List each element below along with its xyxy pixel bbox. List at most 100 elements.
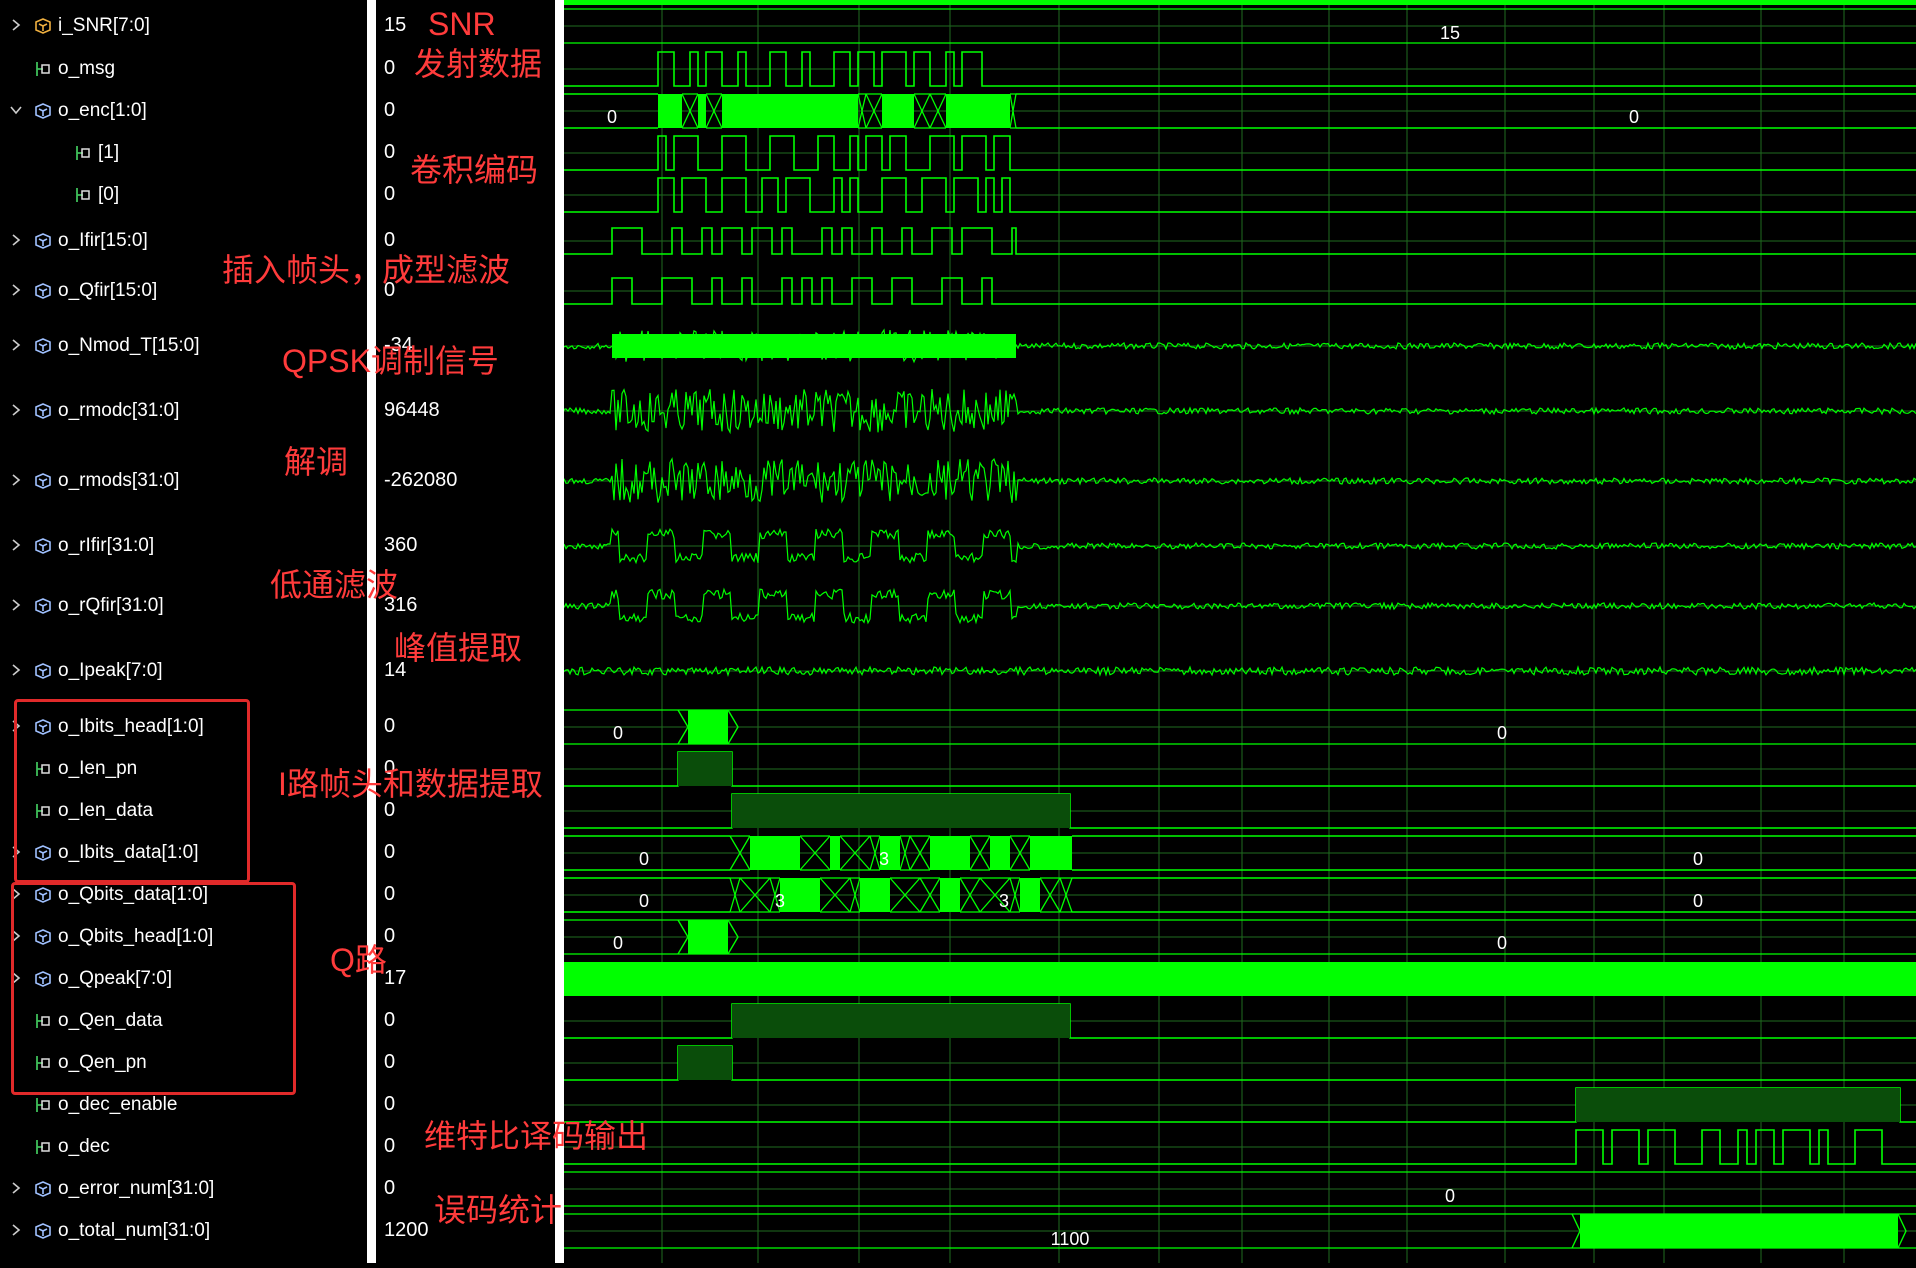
- chevron-right-icon[interactable]: [6, 1179, 26, 1200]
- dense-signal-block: [564, 962, 1916, 996]
- bus-segment: [898, 94, 906, 128]
- enable-fill: [678, 1046, 732, 1080]
- signal-name: [0]: [98, 184, 120, 205]
- enable-fill: [732, 794, 1070, 828]
- signal-name: [1]: [98, 142, 120, 163]
- signal-row[interactable]: o_dec: [0, 1128, 367, 1166]
- bus-segment: [834, 94, 858, 128]
- enable-fill: [1576, 1088, 1900, 1122]
- chevron-down-icon[interactable]: [6, 101, 26, 122]
- bus-segment: [954, 94, 970, 128]
- bus-segment: [1030, 836, 1050, 870]
- signal-name: o_enc[1:0]: [58, 100, 147, 121]
- signal-name: o_rmods[31:0]: [58, 470, 180, 491]
- signal-name: o_Nmod_T[15:0]: [58, 335, 200, 356]
- signal-value: 0: [384, 1051, 396, 1073]
- chevron-right-icon[interactable]: [6, 596, 26, 617]
- annotation-peak: 峰值提取: [394, 630, 523, 666]
- bus-segment: [794, 94, 810, 128]
- bus-icon: [34, 1222, 52, 1240]
- wave-label-idata-mid: 3: [879, 849, 889, 869]
- annotation-qpsk: QPSK调制信号: [282, 343, 499, 379]
- bus-segment: [722, 94, 730, 128]
- bit-icon: [74, 186, 92, 204]
- bus-segment: [930, 836, 940, 870]
- signal-row[interactable]: o_rmodc[31:0]: [0, 392, 367, 430]
- annotation-snr: SNR: [428, 6, 496, 42]
- bus-segment: [1580, 1214, 1898, 1248]
- signal-name: o_rmodc[31:0]: [58, 400, 180, 421]
- wave-label-idata-right: 0: [1693, 849, 1703, 869]
- bus-segment: [946, 94, 954, 128]
- signal-row[interactable]: [0]: [0, 176, 367, 214]
- bus-icon: [34, 597, 52, 615]
- chevron-right-icon[interactable]: [6, 1221, 26, 1242]
- waveform-canvas[interactable]: 15 0 0 0 0 0 3 0 0 3 3 0 0 0 0 1100: [563, 0, 1916, 1263]
- bus-icon: [34, 282, 52, 300]
- bus-segment: [770, 94, 794, 128]
- wave-label-error: 0: [1445, 1186, 1455, 1206]
- signal-name: o_rIfir[31:0]: [58, 535, 155, 556]
- annotation-i-path: I路帧头和数据提取: [278, 766, 543, 802]
- signal-value: 0: [384, 99, 396, 121]
- bus-segment: [770, 836, 790, 870]
- bus-segment: [940, 878, 960, 912]
- chevron-right-icon[interactable]: [6, 231, 26, 252]
- wave-label-total: 1100: [1051, 1229, 1090, 1249]
- bus-segment: [790, 878, 820, 912]
- signal-row[interactable]: o_msg: [0, 50, 367, 88]
- annotation-q-path: Q路: [330, 942, 387, 978]
- wave-label-ihead-left: 0: [613, 723, 623, 743]
- signal-row[interactable]: o_total_num[31:0]: [0, 1212, 367, 1250]
- bus-segment: [882, 94, 898, 128]
- signal-name: o_error_num[31:0]: [58, 1178, 215, 1199]
- signal-row[interactable]: o_Ipeak[7:0]: [0, 652, 367, 690]
- signal-name: o_dec_enable: [58, 1094, 178, 1115]
- chevron-right-icon[interactable]: [6, 281, 26, 302]
- panel-divider[interactable]: [555, 0, 564, 1263]
- chevron-right-icon[interactable]: [6, 16, 26, 37]
- bus-segment: [698, 94, 706, 128]
- dense-signal-block: [612, 334, 1016, 358]
- bus-segment: [970, 94, 994, 128]
- chevron-right-icon[interactable]: [6, 661, 26, 682]
- signal-row[interactable]: o_error_num[31:0]: [0, 1170, 367, 1208]
- bus-segment: [960, 836, 970, 870]
- chevron-right-icon[interactable]: [6, 536, 26, 557]
- signal-row[interactable]: o_rIfir[31:0]: [0, 527, 367, 565]
- chevron-right-icon[interactable]: [6, 336, 26, 357]
- annotation-viterbi: 维特比译码输出: [424, 1118, 649, 1154]
- signal-row[interactable]: [1]: [0, 134, 367, 172]
- chevron-right-icon[interactable]: [6, 471, 26, 492]
- bus-segment: [880, 878, 890, 912]
- i-path-highlight-box: [14, 699, 250, 883]
- bus-segment: [1020, 878, 1040, 912]
- enable-fill: [732, 1004, 1070, 1038]
- bus-segment: [790, 836, 800, 870]
- bit-icon: [34, 60, 52, 78]
- bus-icon: [34, 1180, 52, 1198]
- signal-value: 17: [384, 967, 407, 989]
- annotation-demod: 解调: [284, 444, 349, 480]
- enable-fill: [678, 752, 732, 786]
- chevron-right-icon[interactable]: [6, 401, 26, 422]
- bus-icon: [34, 472, 52, 490]
- signal-value: 0: [384, 1135, 396, 1157]
- bus-segment: [688, 920, 728, 954]
- signal-value: 0: [384, 799, 396, 821]
- signal-name: o_total_num[31:0]: [58, 1220, 211, 1241]
- wave-label-enc-left: 0: [607, 107, 617, 127]
- wave-label-idata-left: 0: [639, 849, 649, 869]
- signal-value: 0: [384, 1009, 396, 1031]
- annotation-lowpass: 低通滤波: [270, 567, 399, 603]
- wave-label-qdata-right: 0: [1693, 891, 1703, 911]
- signal-row[interactable]: o_enc[1:0]: [0, 92, 367, 130]
- signal-name: o_Ipeak[7:0]: [58, 660, 163, 681]
- waveform-panel[interactable]: 15 0 0 0 0 0 3 0 0 3 3 0 0 0 0 1100: [563, 0, 1916, 1263]
- signal-value: 360: [384, 534, 418, 556]
- signal-value: 0: [384, 1177, 396, 1199]
- bus-icon: [34, 402, 52, 420]
- signal-value: 96448: [384, 399, 440, 421]
- signal-row[interactable]: i_SNR[7:0]: [0, 7, 367, 45]
- panel-divider[interactable]: [367, 0, 376, 1263]
